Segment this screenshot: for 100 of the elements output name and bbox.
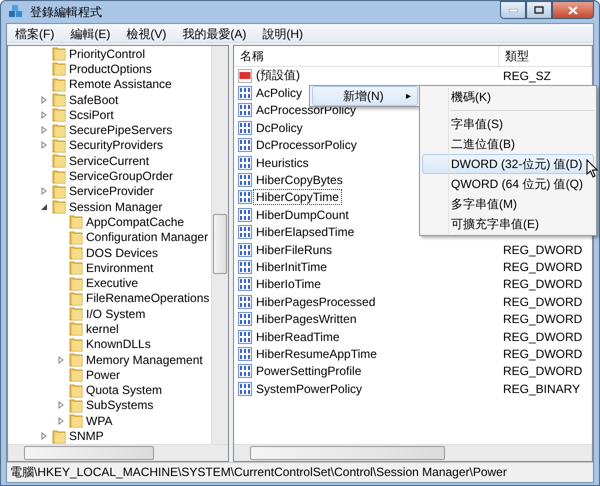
value-type: REG_SZ [502,68,552,83]
collapsed-triangle-icon[interactable] [40,96,48,104]
collapsed-triangle-icon[interactable] [40,187,48,196]
tree-item[interactable]: Configuration Manager [86,230,208,244]
menu-entry[interactable]: 新增(N) ▸ [312,86,418,106]
folder-icon [69,276,83,291]
value-name[interactable]: HiberFileRuns [254,242,334,257]
collapsed-triangle-icon[interactable] [40,126,48,134]
value-name[interactable]: HiberPagesProcessed [254,294,378,309]
value-name[interactable]: Heuristics [254,156,311,170]
binary-value-icon [238,120,252,135]
value-name[interactable]: HiberIoTime [254,277,323,292]
column-header[interactable]: 名稱 [234,46,499,66]
menu-entry[interactable]: 字串值(S) [422,114,594,134]
tree-item[interactable]: I/O System [86,306,146,321]
maximize-button[interactable] [526,1,552,19]
value-name[interactable]: AcPolicy [254,86,304,100]
binary-value-icon [238,242,252,257]
collapsed-triangle-icon[interactable] [57,356,65,364]
maximize-icon [534,6,544,14]
horizontal-scrollbar[interactable] [24,446,154,460]
binary-value-icon [238,156,252,170]
menu-entry[interactable]: 多字串值(M) [422,194,594,214]
folder-icon [52,92,66,108]
binary-value-icon [238,312,252,326]
value-name[interactable]: HiberCopyBytes [254,173,345,188]
tree-item[interactable]: Executive [86,276,138,290]
tree-item[interactable]: SafeBoot [69,92,118,107]
close-button[interactable] [552,1,594,19]
binary-value-icon [238,190,252,204]
folder-icon [52,153,66,168]
tree-item[interactable]: PriorityControl [69,46,146,61]
tree-item[interactable]: WPA [86,414,112,428]
tree-item[interactable]: kernel [86,322,119,336]
tree-item[interactable]: SNMP [69,429,104,444]
tree-item[interactable]: SubSystems [86,398,154,412]
tree-item[interactable]: ServiceProvider [69,184,154,198]
menu-entry[interactable]: DWORD (32-位元) 值(D) [422,154,594,174]
value-name[interactable]: HiberCopyTime [254,190,341,204]
menu-item[interactable]: 說明(H) [254,24,311,42]
folder-icon [52,199,66,214]
collapsed-triangle-icon[interactable] [40,432,48,440]
tree-item[interactable]: FileRenameOperations [86,291,210,306]
menu-entry[interactable]: 二進位值(B) [422,134,594,154]
tree-item[interactable]: KnownDLLs [86,337,151,352]
value-name[interactable]: SystemPowerPolicy [254,382,364,396]
value-type: REG_DWORD [502,346,582,361]
tree-item[interactable]: AppCompatCache [86,214,184,229]
folder-icon [69,336,83,352]
value-name[interactable]: (預設值) [254,67,302,84]
menu-entry[interactable]: 可擴充字串值(E) [422,214,594,234]
folder-icon [69,352,83,368]
value-name[interactable]: DcProcessorPolicy [254,138,359,152]
value-name[interactable]: HiberResumeAppTime [254,346,379,361]
value-name[interactable]: PowerSettingProfile [254,364,364,378]
tree-item[interactable]: ServiceCurrent [69,154,150,168]
tree-item[interactable]: Power [86,368,120,382]
tree-item[interactable]: Environment [86,260,154,275]
collapsed-triangle-icon[interactable] [57,401,65,410]
folder-icon [52,138,66,153]
menu-entry[interactable]: QWORD (64 位元) 值(Q) [422,174,594,194]
collapsed-triangle-icon[interactable] [57,416,65,425]
value-name[interactable]: AcProcessorPolicy [254,103,358,118]
horizontal-scrollbar[interactable] [250,446,445,460]
tree-item[interactable]: Quota System [86,383,162,398]
string-value-icon [238,68,252,83]
value-name[interactable]: HiberInitTime [254,260,329,274]
binary-value-icon [238,208,252,222]
menu-item[interactable]: 檔案(F) [7,24,62,42]
menu-item[interactable]: 我的最愛(A) [174,24,254,42]
folder-icon [69,230,83,245]
tree-item[interactable]: DOS Devices [86,246,158,260]
value-type: REG_BINARY [502,382,580,396]
collapsed-triangle-icon[interactable] [40,141,48,150]
value-name[interactable]: HiberReadTime [254,330,342,344]
tree-item[interactable]: Remote Assistance [69,77,172,92]
menu-item[interactable]: 檢視(V) [118,24,174,42]
tree-item[interactable]: ProductOptions [69,62,152,76]
collapsed-triangle-icon[interactable] [40,110,48,119]
value-name[interactable]: HiberDumpCount [254,208,351,222]
tree-item[interactable]: SecurePipeServers [69,123,172,138]
tree-item[interactable]: ScsiPort [69,108,114,122]
tree-item[interactable]: ServiceGroupOrder [69,169,174,184]
binary-value-icon [238,330,252,344]
tree-item[interactable]: Memory Management [86,352,203,367]
expanded-triangle-icon[interactable] [40,202,48,211]
folder-icon [52,61,66,76]
value-name[interactable]: HiberPagesWritten [254,312,358,326]
menu-entry[interactable]: 機碼(K) [422,87,594,107]
tree-item[interactable]: SecurityProviders [69,138,164,152]
value-name[interactable]: DcPolicy [254,120,305,135]
column-header[interactable]: 類型 [499,46,592,66]
folder-icon [69,398,83,413]
tree-item[interactable]: Session Manager [69,200,162,214]
minimize-button[interactable] [500,1,526,19]
value-name[interactable]: HiberElapsedTime [254,225,356,240]
folder-icon [52,122,66,138]
folder-icon [69,290,83,306]
menu-item[interactable]: 編輯(E) [62,24,118,42]
vertical-scrollbar[interactable] [211,46,228,444]
